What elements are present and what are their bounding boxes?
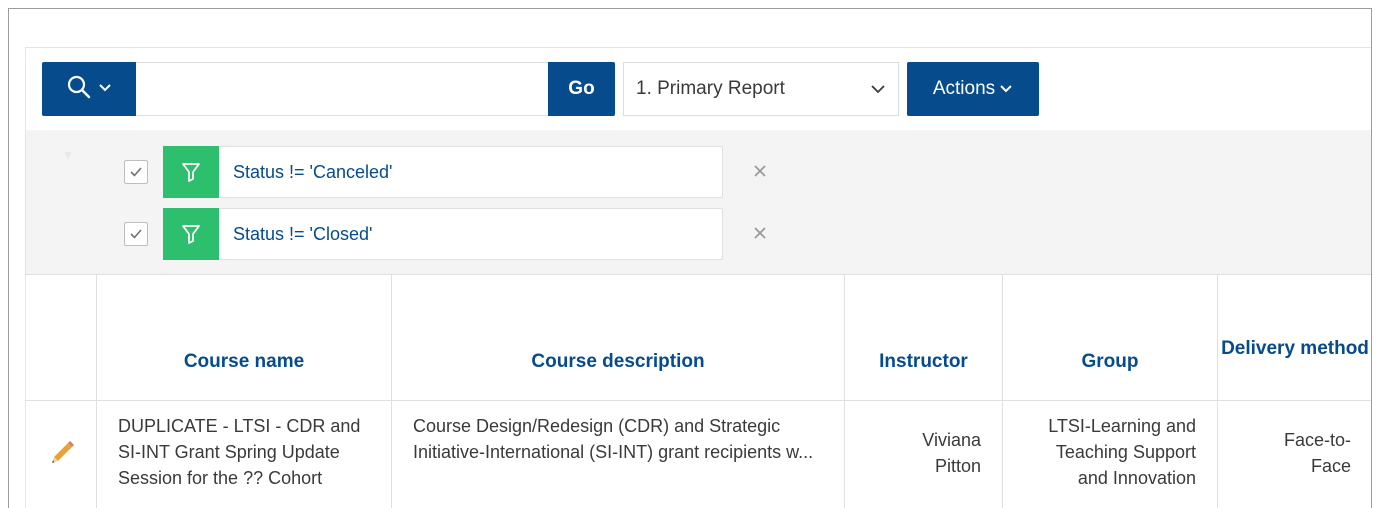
filter-icon bbox=[163, 207, 219, 260]
pencil-icon[interactable] bbox=[48, 441, 78, 469]
chevron-down-icon bbox=[98, 80, 112, 98]
filter-region: ▼ Status != 'Canceled' Status != 'Closed… bbox=[26, 130, 1371, 274]
go-button[interactable]: Go bbox=[548, 62, 615, 116]
chevron-down-icon bbox=[870, 78, 886, 100]
report-select[interactable]: 1. Primary Report bbox=[623, 62, 899, 116]
actions-label: Actions bbox=[932, 78, 996, 99]
filter-row: Status != 'Canceled' bbox=[26, 145, 1371, 198]
column-header-course-name[interactable]: Course name bbox=[97, 274, 392, 400]
table-cell-group: LTSI-Learning and Teaching Support and I… bbox=[1003, 400, 1218, 508]
table-row-edit-cell bbox=[26, 400, 97, 508]
report-select-value: 1. Primary Report bbox=[636, 78, 785, 99]
column-header-instructor[interactable]: Instructor bbox=[845, 274, 1003, 400]
interactive-report: Go 1. Primary Report Actions ▼ Status !=… bbox=[25, 47, 1371, 508]
search-icon bbox=[66, 74, 92, 105]
filter-text: Status != 'Closed' bbox=[233, 223, 373, 244]
table-cell-course-description: Course Design/Redesign (CDR) and Strateg… bbox=[392, 400, 845, 508]
column-header-group[interactable]: Group bbox=[1003, 274, 1218, 400]
filter-row: Status != 'Closed' bbox=[26, 207, 1371, 260]
filter-pill[interactable]: Status != 'Closed' bbox=[163, 207, 723, 260]
actions-button[interactable]: Actions bbox=[907, 62, 1039, 116]
table-cell-course-name: DUPLICATE - LTSI - CDR and SI-INT Grant … bbox=[97, 400, 392, 508]
filter-icon bbox=[163, 145, 219, 198]
close-icon bbox=[754, 227, 766, 239]
table-cell-delivery-method: Face-to-Face bbox=[1218, 400, 1371, 508]
close-icon bbox=[754, 165, 766, 177]
remove-filter-button[interactable] bbox=[748, 159, 772, 183]
table-cell-instructor: Viviana Pitton bbox=[845, 400, 1003, 508]
filter-pill[interactable]: Status != 'Canceled' bbox=[163, 145, 723, 198]
filter-text: Status != 'Canceled' bbox=[233, 161, 393, 182]
column-header-edit bbox=[26, 274, 97, 400]
column-header-course-description[interactable]: Course description bbox=[392, 274, 845, 400]
report-frame: Go 1. Primary Report Actions ▼ Status !=… bbox=[8, 8, 1372, 508]
search-column-button[interactable] bbox=[42, 62, 136, 116]
report-table: Course name Course description Instructo… bbox=[26, 274, 1371, 508]
column-header-delivery-method[interactable]: Delivery method bbox=[1218, 274, 1371, 400]
remove-filter-button[interactable] bbox=[748, 221, 772, 245]
filter-toggle-checkbox[interactable] bbox=[124, 222, 148, 246]
search-input[interactable] bbox=[136, 62, 548, 116]
filter-toggle-checkbox[interactable] bbox=[124, 160, 148, 184]
check-icon bbox=[130, 167, 142, 177]
chevron-down-icon bbox=[999, 78, 1013, 100]
check-icon bbox=[130, 229, 142, 239]
